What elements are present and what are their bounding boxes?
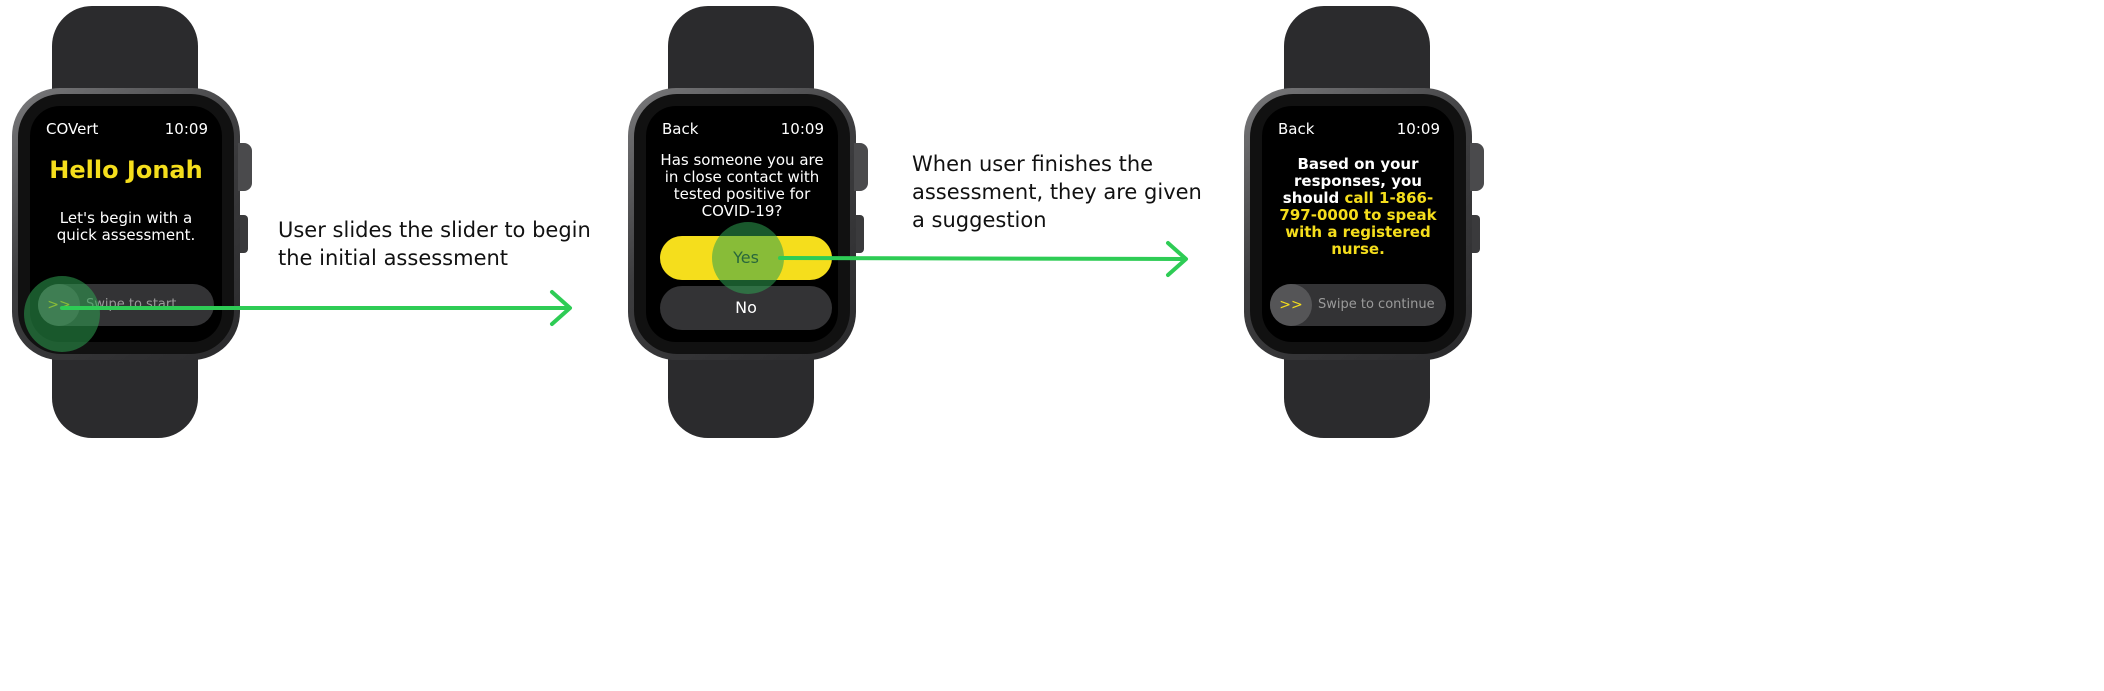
arrow-2-line: [778, 256, 1186, 261]
flow-arrows: [60, 241, 1188, 326]
